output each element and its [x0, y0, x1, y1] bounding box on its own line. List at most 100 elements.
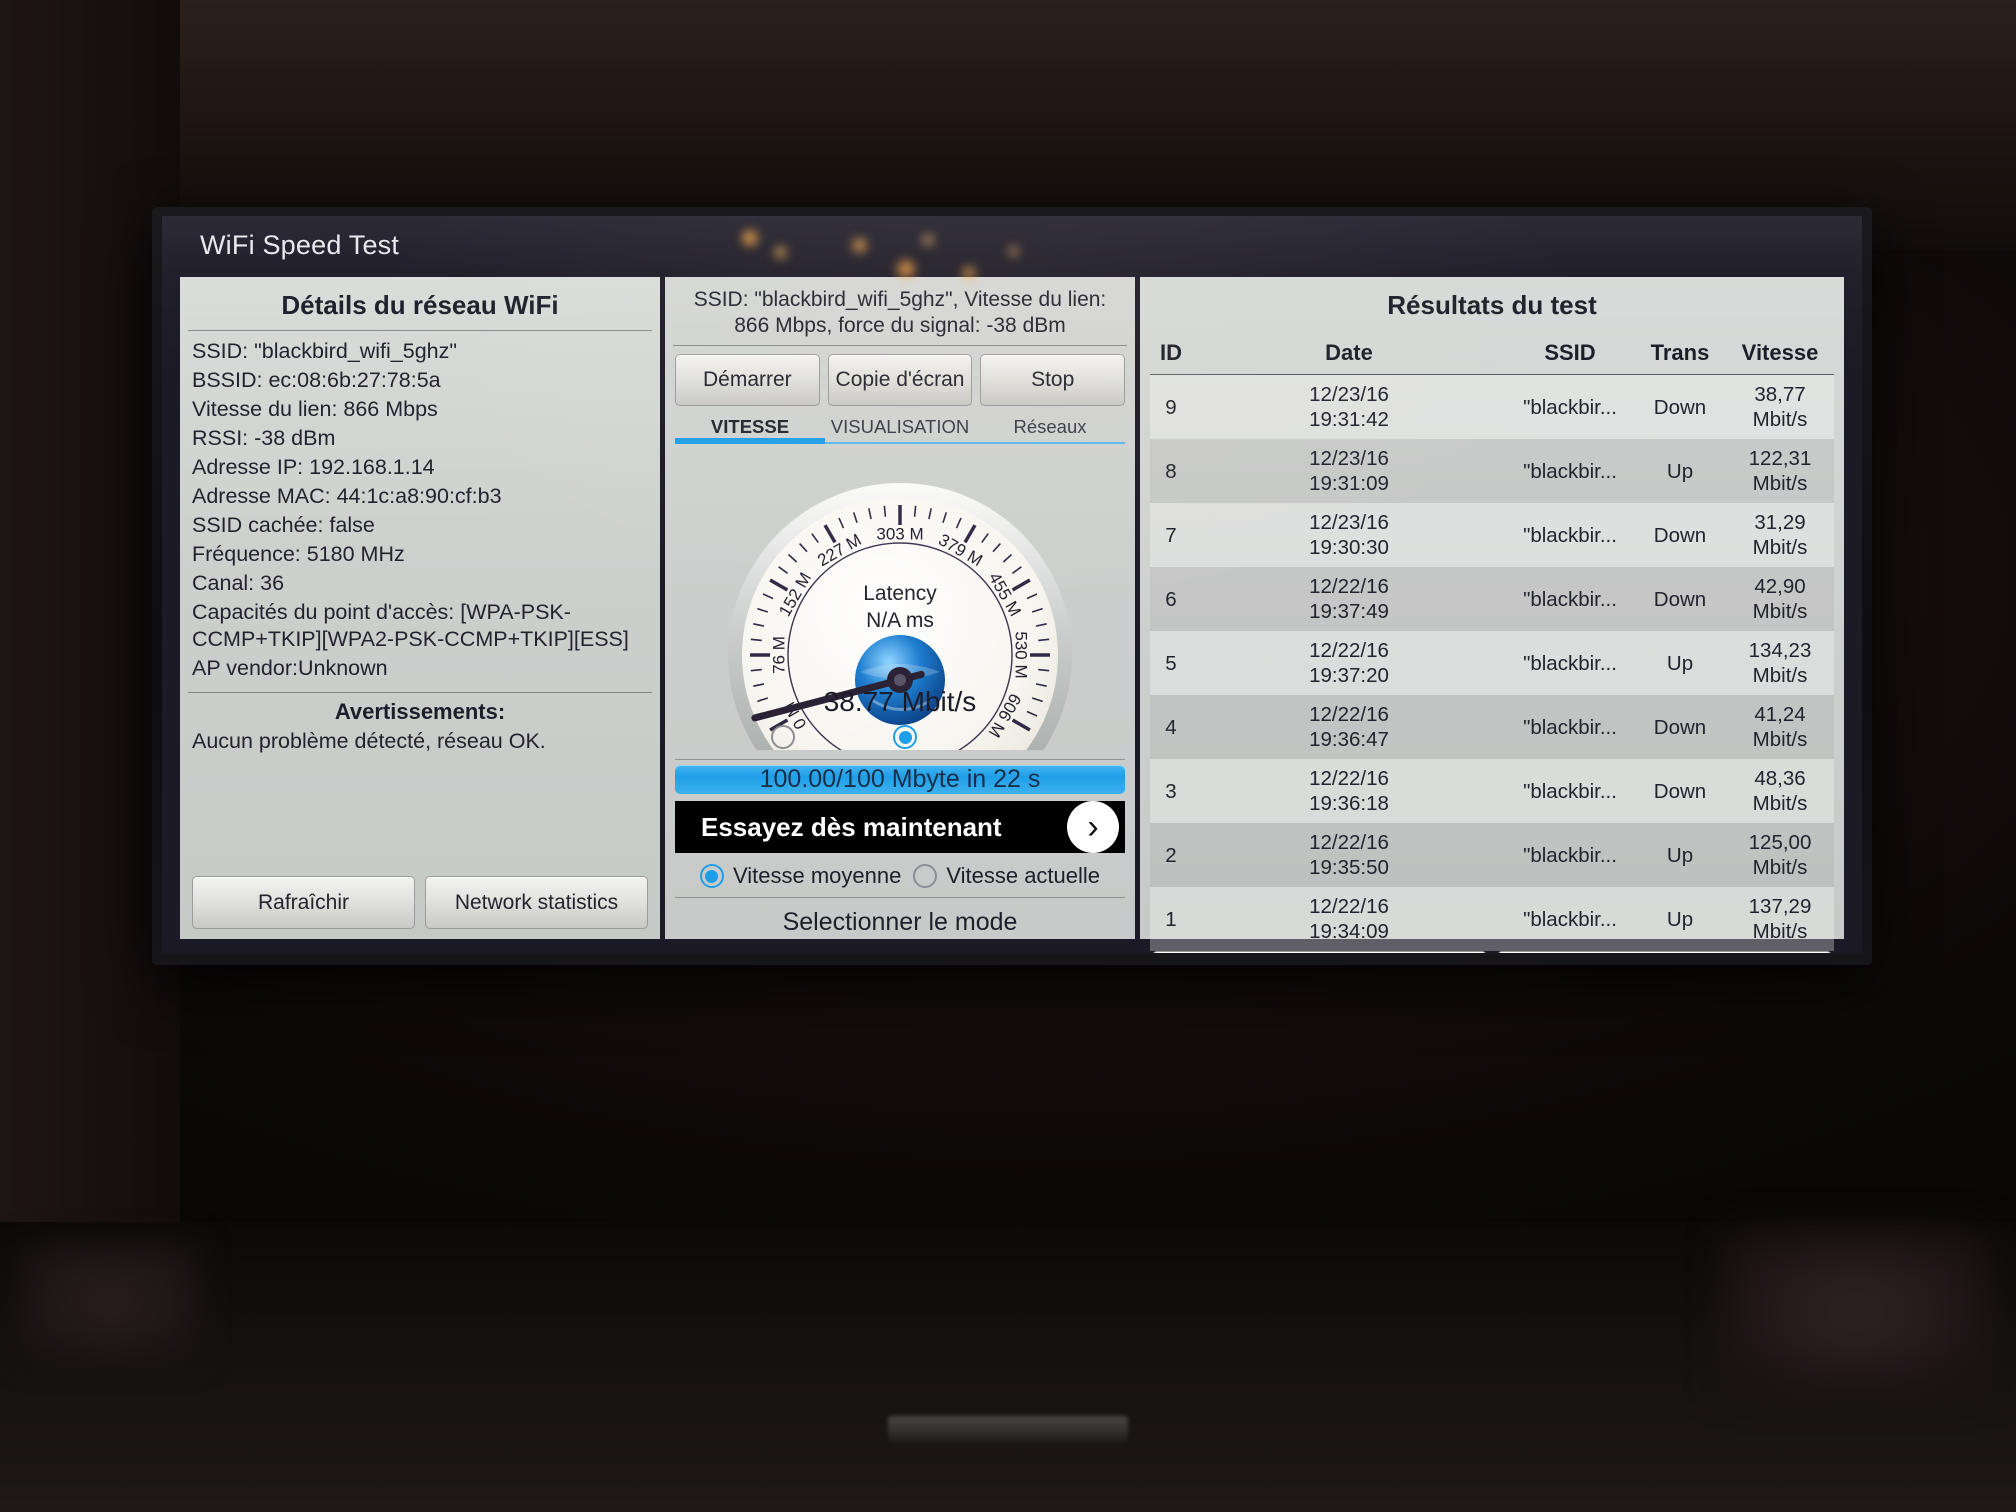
network-statistics-button[interactable]: Network statistics [425, 876, 648, 929]
cell-id: 7 [1165, 523, 1177, 547]
cell-id: 8 [1165, 459, 1177, 483]
cell-speed: 31,29 Mbit/s [1726, 503, 1834, 567]
cell-speed-value: 41,24 [1754, 703, 1806, 726]
cell-speed-unit: Mbit/s [1752, 792, 1808, 815]
ad-text: Essayez dès maintenant [701, 811, 1002, 842]
speed-test-panel: SSID: "blackbird_wifi_5ghz", Vitesse du … [665, 277, 1135, 939]
wifi-detail-item: SSID cachée: false [192, 513, 375, 537]
table-row[interactable]: 4 12/22/16 19:36:47 "blackbir... Down 41,24 Mb… [1150, 695, 1834, 759]
wifi-detail-item: Adresse MAC: 44:1c:a8:90:cf:b3 [192, 484, 502, 508]
table-row[interactable]: 8 12/23/16 19:31:09 "blackbir... Up 122,31 Mbi… [1150, 439, 1834, 503]
cell-speed: 122,31 Mbit/s [1726, 439, 1834, 503]
cell-speed-unit: Mbit/s [1752, 408, 1808, 431]
wifi-detail-item: SSID: "blackbird_wifi_5ghz" [192, 339, 458, 363]
table-row[interactable]: 7 12/23/16 19:30:30 "blackbir... Down 31,29 Mb… [1150, 503, 1834, 567]
tab-label: VISUALISATION [830, 415, 970, 437]
cell-trans: Up [1666, 907, 1694, 931]
mode-caption: Selectionner le mode [782, 908, 1018, 936]
chevron-right-icon[interactable]: › [1067, 801, 1119, 854]
cell-date-day: 12/23/16 [1309, 447, 1389, 470]
table-row[interactable]: 1 12/22/16 19:34:09 "blackbir... Up 137,29 Mbi… [1150, 887, 1834, 951]
refresh-button[interactable]: Rafraîchir [192, 876, 415, 929]
cell-date-day: 12/22/16 [1309, 575, 1389, 598]
speed-gauge-container: 0 M 76 M 152 M 227 M 303 M 379 M 455 M 530 M 606… [665, 450, 1135, 827]
cell-date: 12/23/16 19:31:09 [1192, 439, 1506, 503]
cell-date-day: 12/22/16 [1309, 703, 1389, 726]
cell-id: 5 [1165, 651, 1177, 675]
cell-date: 12/22/16 19:35:50 [1192, 823, 1506, 887]
cell-trans: Up [1666, 651, 1694, 675]
cell-date: 12/22/16 19:36:47 [1192, 695, 1506, 759]
cell-ssid: "blackbir... [1523, 715, 1617, 739]
cell-ssid: "blackbir... [1523, 907, 1617, 931]
start-button[interactable]: Démarrer [675, 353, 820, 406]
cell-date-time: 19:37:49 [1309, 600, 1389, 623]
table-row[interactable]: 6 12/22/16 19:37:49 "blackbir... Down 42,90 Mb… [1150, 567, 1834, 631]
wifi-details-title: Détails du réseau WiFi [281, 290, 559, 320]
cell-speed-unit: Mbit/s [1752, 920, 1808, 943]
ad-banner[interactable]: Essayez dès maintenant › [675, 801, 1125, 854]
divider [188, 691, 652, 693]
test-control-buttons: Démarrer Copie d'écran Stop [665, 353, 1135, 406]
cell-date-day: 12/23/16 [1309, 383, 1389, 406]
mode-radio-group: Vitesse moyenne Vitesse actuelle [665, 853, 1135, 893]
cell-trans: Up [1666, 459, 1694, 483]
cell-speed: 38,77 Mbit/s [1726, 375, 1834, 440]
cell-date-day: 12/22/16 [1309, 895, 1389, 918]
cell-id: 9 [1165, 395, 1177, 419]
light-reflection [897, 260, 915, 278]
cell-speed-unit: Mbit/s [1752, 536, 1808, 559]
tab-vitesse[interactable]: VITESSE [675, 416, 825, 444]
cell-date-time: 19:36:47 [1309, 728, 1389, 751]
tab-underline [675, 437, 825, 444]
app-body: Détails du réseau WiFi SSID: "blackbird_… [162, 274, 1862, 953]
average-speed-radio-item[interactable]: Vitesse moyenne [699, 863, 901, 889]
screenshot-button[interactable]: Copie d'écran [827, 353, 973, 406]
television-bezel: WiFi Speed Test Détails du réseau WiFi S… [152, 207, 1872, 965]
wifi-detail-item: AP vendor:Unknown [192, 655, 388, 680]
share-csv-button[interactable]: Partager en .csv [1497, 951, 1832, 953]
cell-speed: 48,36 Mbit/s [1726, 759, 1834, 823]
table-row[interactable]: 3 12/22/16 19:36:18 "blackbir... Down 48,36 Mb… [1150, 759, 1834, 823]
wifi-detail-item: Vitesse du lien: 866 Mbps [192, 397, 438, 421]
cell-ssid: "blackbir... [1523, 587, 1617, 611]
tab-rseaux[interactable]: Réseaux [975, 416, 1125, 444]
table-row[interactable]: 9 12/23/16 19:31:42 "blackbir... Down 38,77 Mb… [1150, 374, 1834, 440]
wifi-detail-item: BSSID: ec:08:6b:27:78:5a [192, 368, 441, 392]
cell-speed-value: 134,23 [1748, 639, 1812, 662]
table-row[interactable]: 5 12/22/16 19:37:20 "blackbir... Up 134,23 Mbi… [1150, 631, 1834, 695]
clear-all-button[interactable]: Effacer tout [1152, 951, 1487, 953]
cell-date-time: 19:30:30 [1309, 536, 1389, 559]
connection-status-line: SSID: "blackbird_wifi_5ghz", Vitesse du … [693, 288, 1107, 337]
tab-visualisation[interactable]: VISUALISATION [825, 416, 975, 444]
results-table: ID Date SSID Trans Vitesse 9 12/23/16 19:31:42… [1150, 334, 1834, 951]
tab-label: Réseaux [1013, 415, 1087, 437]
wifi-detail-list: SSID: "blackbird_wifi_5ghz" BSSID: ec:08:… [180, 331, 660, 684]
cell-trans: Down [1653, 523, 1707, 547]
foreground-object-left [20, 1242, 200, 1362]
progress-bar: 100.00/100 Mbyte in 22 s [675, 765, 1125, 795]
cell-speed: 41,24 Mbit/s [1726, 695, 1834, 759]
cell-date: 12/22/16 19:37:49 [1192, 567, 1506, 631]
column-header-date: Date [1325, 340, 1373, 365]
cell-date-time: 19:36:18 [1309, 792, 1389, 815]
current-speed-radio-item[interactable]: Vitesse actuelle [913, 863, 1100, 889]
results-table-body: 9 12/23/16 19:31:42 "blackbir... Down 38,77 Mb… [1150, 374, 1834, 951]
column-header-vitesse: Vitesse [1741, 340, 1819, 365]
average-speed-radio-button[interactable] [699, 864, 724, 889]
cell-trans: Down [1653, 395, 1707, 419]
cell-speed: 42,90 Mbit/s [1726, 567, 1834, 631]
cell-date-day: 12/22/16 [1309, 767, 1389, 790]
light-reflection [1008, 246, 1019, 257]
tab-label: VITESSE [710, 415, 790, 437]
warnings-text: Aucun problème détecté, réseau OK. [192, 728, 546, 753]
wifi-detail-item: RSSI: -38 dBm [192, 426, 336, 450]
column-header-trans: Trans [1650, 340, 1710, 365]
cell-speed-unit: Mbit/s [1752, 728, 1808, 751]
cell-date: 12/22/16 19:34:09 [1192, 887, 1506, 951]
cell-speed-unit: Mbit/s [1752, 600, 1808, 623]
stop-button[interactable]: Stop [980, 353, 1126, 406]
current-speed-radio-button[interactable] [913, 864, 938, 889]
table-row[interactable]: 2 12/22/16 19:35:50 "blackbir... Up 125,00 Mbi… [1150, 823, 1834, 887]
